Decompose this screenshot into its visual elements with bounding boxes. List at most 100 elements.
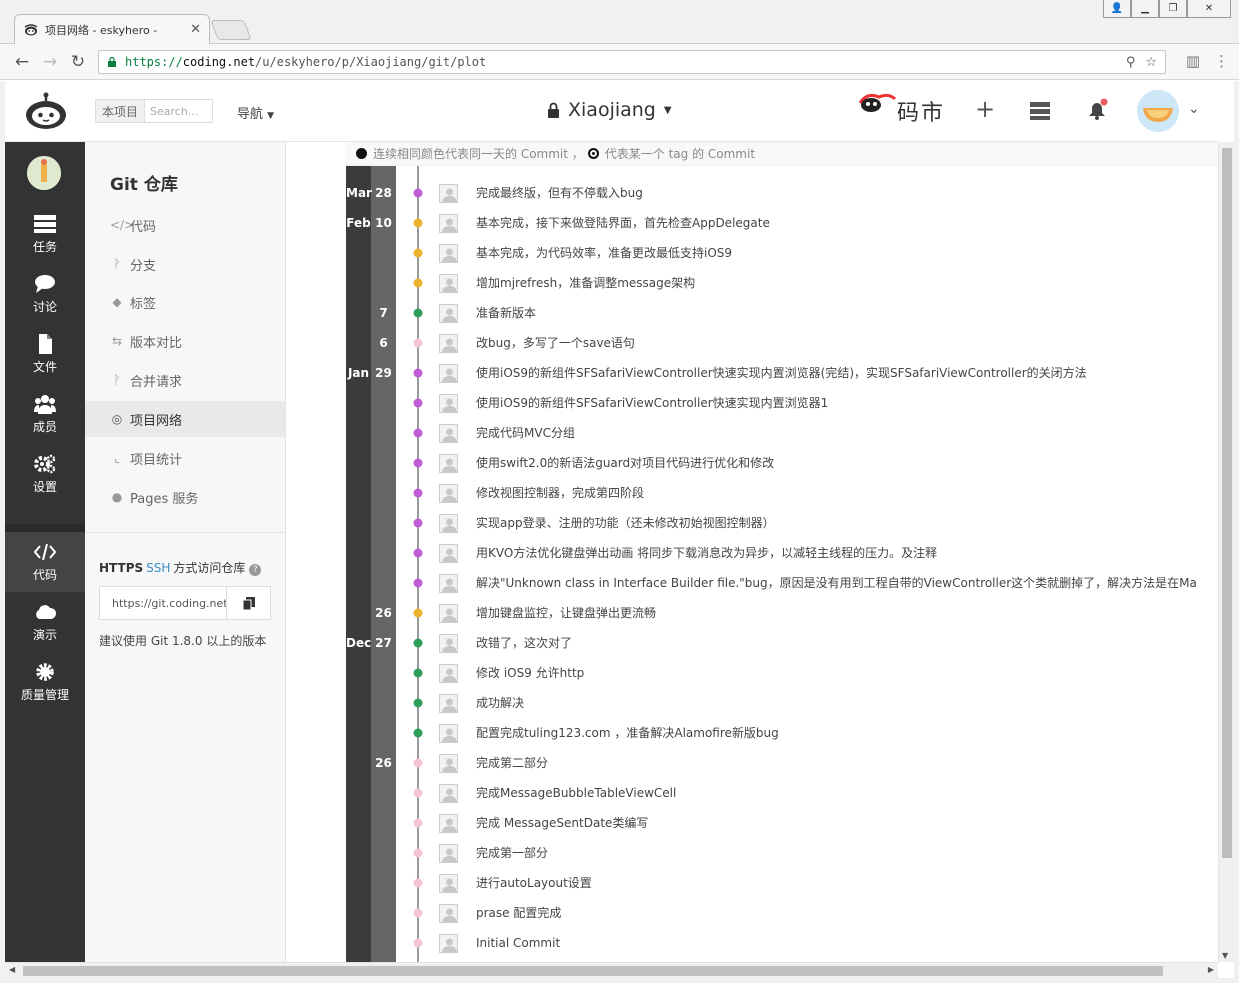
bell-icon[interactable]	[1085, 98, 1109, 122]
sidebar-item-files[interactable]: 文件	[5, 324, 85, 384]
author-avatar[interactable]	[439, 934, 458, 953]
subnav-item-code[interactable]: </> 代码	[85, 207, 285, 243]
author-avatar[interactable]	[439, 544, 458, 563]
address-bar[interactable]: https://coding.net/u/eskyhero/p/Xiaojian…	[98, 50, 1166, 74]
author-avatar[interactable]	[439, 634, 458, 653]
author-avatar[interactable]	[439, 604, 458, 623]
commit-row[interactable]: 使用iOS9的新组件SFSafariViewController快速实现内置浏览…	[286, 388, 1218, 418]
author-avatar[interactable]	[439, 334, 458, 353]
commit-message[interactable]: 解决"Unknown class in Interface Builder fi…	[476, 568, 1196, 598]
commit-message[interactable]: prase 配置完成	[476, 898, 1196, 928]
commit-message[interactable]: 用KVO方法优化键盘弹出动画 将同步下载消息改为异步，以减轻主线程的压力。及注释	[476, 538, 1196, 568]
search-box[interactable]: 本项目 Search...	[95, 99, 213, 123]
commit-message[interactable]: 修改 iOS9 允许http	[476, 658, 1196, 688]
author-avatar[interactable]	[439, 214, 458, 233]
clone-url-input[interactable]: https://git.coding.net/eskyhero/Xiaojian…	[100, 587, 226, 619]
https-toggle[interactable]: HTTPS	[99, 561, 143, 575]
commit-row[interactable]: 进行autoLayout设置	[286, 868, 1218, 898]
sidebar-item-quality[interactable]: 质量管理	[5, 652, 85, 712]
commit-row[interactable]: Feb 10 基本完成，接下来做登陆界面，首先检查AppDelegate	[286, 208, 1218, 238]
nav-dropdown[interactable]: 导航 ▼	[237, 103, 274, 122]
commit-row[interactable]: 使用swift2.0的新语法guard对项目代码进行优化和修改	[286, 448, 1218, 478]
commit-message[interactable]: 完成第二部分	[476, 748, 1196, 778]
commit-message[interactable]: 进行autoLayout设置	[476, 868, 1196, 898]
mart-brand[interactable]: 码市	[857, 87, 949, 131]
subnav-item-branches[interactable]: ᚹ 分支	[85, 246, 285, 282]
commit-row[interactable]: prase 配置完成	[286, 898, 1218, 928]
author-avatar[interactable]	[439, 814, 458, 833]
back-arrow-icon[interactable]: ←	[10, 50, 34, 74]
minimize-icon[interactable]: ▁	[1131, 0, 1159, 18]
commit-message[interactable]: 使用iOS9的新组件SFSafariViewController快速实现内置浏览…	[476, 358, 1196, 388]
commit-message[interactable]: 准备新版本	[476, 298, 1196, 328]
commit-row[interactable]: 实现app登录、注册的功能（还未修改初始视图控制器）	[286, 508, 1218, 538]
commit-row[interactable]: Dec 27 改错了，这次对了	[286, 628, 1218, 658]
author-avatar[interactable]	[439, 754, 458, 773]
author-avatar[interactable]	[439, 664, 458, 683]
commit-message[interactable]: 完成最终版，但有不停载入bug	[476, 178, 1196, 208]
search-input[interactable]: Search...	[145, 105, 198, 118]
subnav-item-statistics[interactable]: ⌞ 项目统计	[85, 440, 285, 476]
sidebar-item-code[interactable]: 代码	[5, 532, 85, 592]
coding-logo-icon[interactable]	[23, 91, 69, 131]
commit-message[interactable]: 完成第一部分	[476, 838, 1196, 868]
author-avatar[interactable]	[439, 394, 458, 413]
author-avatar[interactable]	[439, 484, 458, 503]
key-icon[interactable]: ⚲	[1126, 55, 1136, 70]
author-avatar[interactable]	[439, 874, 458, 893]
ssh-toggle[interactable]: SSH	[146, 561, 170, 575]
reload-icon[interactable]: ↻	[66, 50, 90, 74]
commit-row[interactable]: Initial Commit	[286, 928, 1218, 958]
author-avatar[interactable]	[439, 844, 458, 863]
horizontal-scrollbar[interactable]: ◀ ▶	[5, 962, 1218, 978]
commit-row[interactable]: 完成MessageBubbleTableViewCell	[286, 778, 1218, 808]
commit-message[interactable]: Initial Commit	[476, 928, 1196, 958]
commit-message[interactable]: 增加键盘监控，让键盘弹出更流畅	[476, 598, 1196, 628]
subnav-item-tags[interactable]: ◆ 标签	[85, 284, 285, 320]
commit-message[interactable]: 基本完成，为代码效率，准备更改最低支持iOS9	[476, 238, 1196, 268]
commit-row[interactable]: 完成第一部分	[286, 838, 1218, 868]
server-icon[interactable]	[1029, 101, 1051, 121]
vertical-scrollbar[interactable]: ▼	[1218, 142, 1234, 962]
commit-row[interactable]: 26 完成第二部分	[286, 748, 1218, 778]
author-avatar[interactable]	[439, 784, 458, 803]
commit-message[interactable]: 配置完成tuling123.com ，准备解决Alamofire新版bug	[476, 718, 1196, 748]
menu-icon[interactable]: ⋮	[1214, 52, 1229, 70]
author-avatar[interactable]	[439, 304, 458, 323]
user-avatar[interactable]	[1137, 90, 1179, 132]
plus-icon[interactable]: +	[975, 95, 995, 123]
extension-icon[interactable]: ▥	[1186, 52, 1200, 70]
forward-arrow-icon[interactable]: →	[38, 50, 62, 74]
author-avatar[interactable]	[439, 424, 458, 443]
search-scope[interactable]: 本项目	[96, 100, 146, 122]
commit-message[interactable]: 增加mjrefresh，准备调整message架构	[476, 268, 1196, 298]
commit-message[interactable]: 完成代码MVC分组	[476, 418, 1196, 448]
commit-row[interactable]: 解决"Unknown class in Interface Builder fi…	[286, 568, 1218, 598]
commit-message[interactable]: 使用swift2.0的新语法guard对项目代码进行优化和修改	[476, 448, 1196, 478]
commit-message[interactable]: 完成MessageBubbleTableViewCell	[476, 778, 1196, 808]
author-avatar[interactable]	[439, 364, 458, 383]
sidebar-item-discussion[interactable]: 讨论	[5, 264, 85, 324]
commit-row[interactable]: 6 改bug，多写了一个save语句	[286, 328, 1218, 358]
commit-message[interactable]: 成功解决	[476, 688, 1196, 718]
author-avatar[interactable]	[439, 694, 458, 713]
commit-row[interactable]: 完成 MessageSentDate类编写	[286, 808, 1218, 838]
commit-message[interactable]: 改错了，这次对了	[476, 628, 1196, 658]
commit-row[interactable]: 修改 iOS9 允许http	[286, 658, 1218, 688]
maximize-icon[interactable]: ❐	[1159, 0, 1187, 18]
scroll-thumb[interactable]	[1222, 148, 1232, 858]
commit-row[interactable]: 用KVO方法优化键盘弹出动画 将同步下载消息改为异步，以减轻主线程的压力。及注释	[286, 538, 1218, 568]
commit-row[interactable]: Mar 28 完成最终版，但有不停载入bug	[286, 178, 1218, 208]
author-avatar[interactable]	[439, 514, 458, 533]
commit-row[interactable]: 26 增加键盘监控，让键盘弹出更流畅	[286, 598, 1218, 628]
subnav-item-network[interactable]: ◎ 项目网络	[85, 401, 285, 437]
subnav-item-merge-requests[interactable]: ᚹ 合并请求	[85, 362, 285, 398]
author-avatar[interactable]	[439, 904, 458, 923]
commit-message[interactable]: 改bug，多写了一个save语句	[476, 328, 1196, 358]
commit-row[interactable]: Jan 29 使用iOS9的新组件SFSafariViewController快速实…	[286, 358, 1218, 388]
close-tab-icon[interactable]: ✕	[190, 22, 201, 37]
scroll-thumb[interactable]	[23, 966, 1163, 976]
star-icon[interactable]: ☆	[1145, 55, 1157, 70]
commit-message[interactable]: 实现app登录、注册的功能（还未修改初始视图控制器）	[476, 508, 1196, 538]
chevron-down-icon[interactable]: ⌄	[1188, 101, 1200, 117]
